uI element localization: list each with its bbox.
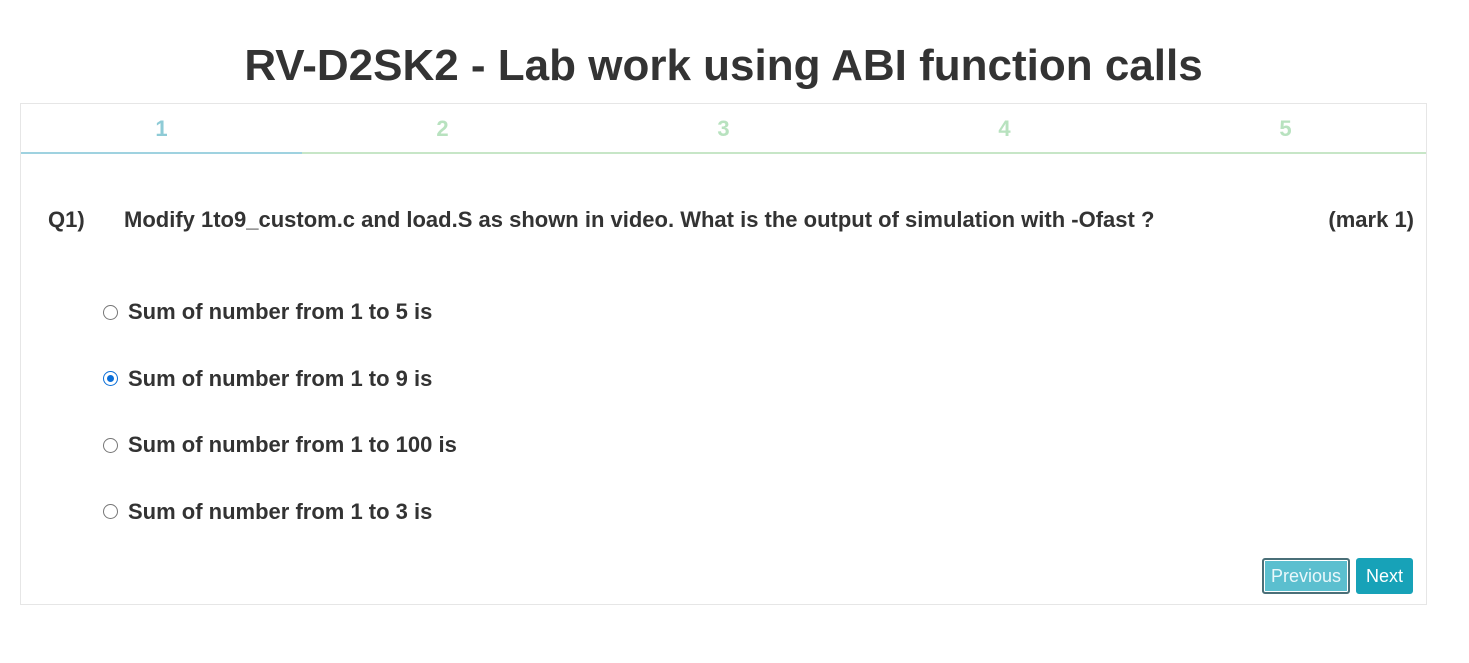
answer-option-label: Sum of number from 1 to 5 is <box>128 299 433 324</box>
answer-option-3[interactable]: Sum of number from 1 to 100 is <box>101 427 457 463</box>
tab-question-3[interactable]: 3 <box>583 104 864 152</box>
answer-option-2[interactable]: Sum of number from 1 to 9 is <box>101 361 457 397</box>
next-button[interactable]: Next <box>1356 558 1413 594</box>
tab-question-5[interactable]: 5 <box>1145 104 1426 152</box>
answer-option-label: Sum of number from 1 to 100 is <box>128 432 457 457</box>
radio-button[interactable] <box>103 504 118 519</box>
answer-option-label: Sum of number from 1 to 3 is <box>128 498 433 524</box>
answer-options: Sum of number from 1 to 5 is Sum of numb… <box>101 294 457 560</box>
quiz-card: 1 2 3 4 5 (mark 1) Q1) Modify 1to9_custom… <box>20 103 1427 605</box>
radio-button[interactable] <box>103 437 118 453</box>
question-tabs: 1 2 3 4 5 <box>21 104 1426 154</box>
tab-question-1[interactable]: 1 <box>21 104 302 154</box>
radio-button-selected[interactable] <box>103 371 118 386</box>
radio-button[interactable] <box>103 304 118 320</box>
page-title: RV-D2SK2 - Lab work using ABI function c… <box>244 41 1203 90</box>
tab-question-2[interactable]: 2 <box>302 104 583 152</box>
question-text: Modify 1to9_custom.c and load.S as shown… <box>124 207 1155 232</box>
answer-option-4[interactable]: Sum of number from 1 to 3 is <box>101 494 457 530</box>
question-text-block: (mark 1) Q1) Modify 1to9_custom.c and loa… <box>48 202 1414 238</box>
question-number: Q1) <box>48 207 85 232</box>
question-mark: (mark 1) <box>1328 207 1414 232</box>
previous-button[interactable]: Previous <box>1262 558 1350 594</box>
tab-question-4[interactable]: 4 <box>864 104 1145 152</box>
answer-option-label: Sum of number from 1 to 9 is <box>128 365 433 391</box>
answer-option-1[interactable]: Sum of number from 1 to 5 is <box>101 294 457 330</box>
